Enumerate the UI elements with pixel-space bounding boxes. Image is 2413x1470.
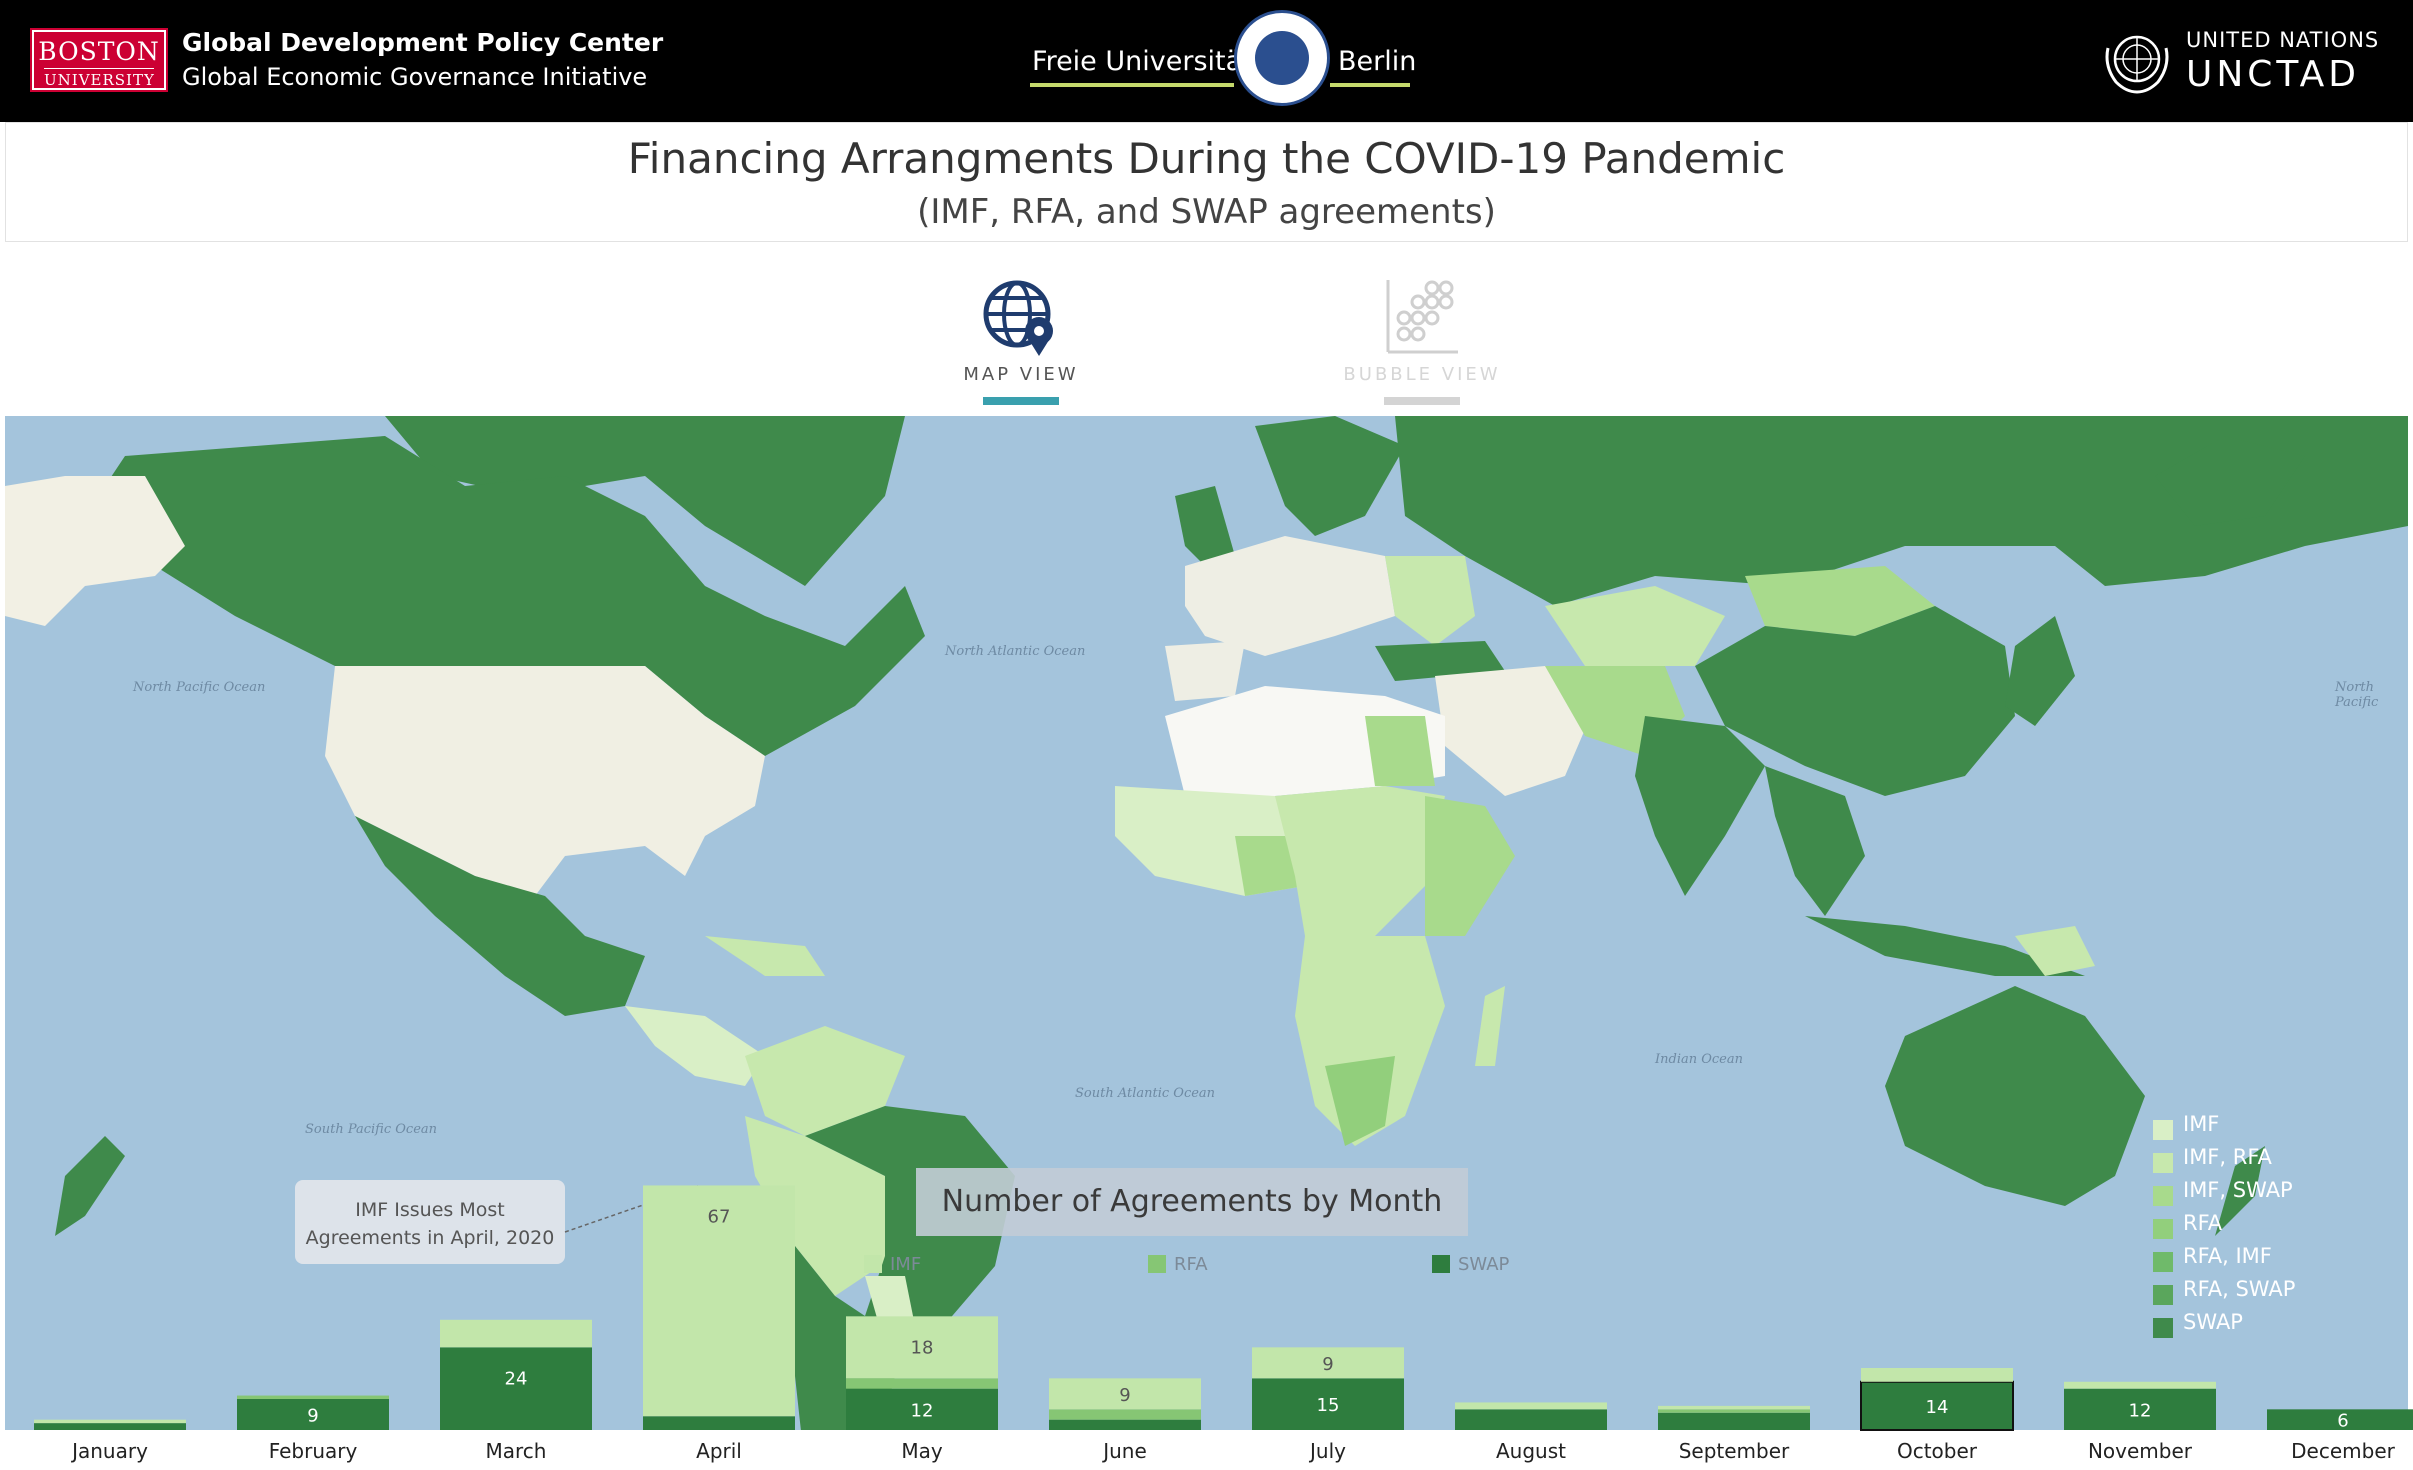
x-tick-label: April [696,1439,742,1463]
x-tick-label: May [901,1439,943,1463]
bar-value-label: 18 [911,1337,934,1358]
bar-value-label: 9 [1322,1354,1333,1375]
bar-imf-august[interactable] [1455,1402,1607,1410]
x-tick-label: November [2088,1439,2193,1463]
bar-value-label: 15 [1317,1395,1340,1416]
bar-rfa-june[interactable] [1049,1409,1201,1420]
bar-imf-october[interactable] [1861,1368,2013,1382]
bar-value-label: 12 [911,1400,934,1421]
x-tick-label: December [2291,1439,2395,1463]
bar-swap-august[interactable] [1455,1409,1607,1430]
x-tick-label: August [1496,1439,1566,1463]
bar-swap-june[interactable] [1049,1419,1201,1430]
bar-value-label: 6 [2337,1411,2348,1432]
x-tick-label: January [70,1439,148,1463]
bar-imf-january[interactable] [34,1419,186,1424]
x-tick-label: July [1308,1439,1346,1463]
x-tick-label: September [1679,1439,1790,1463]
x-tick-label: October [1897,1439,1978,1463]
bar-value-label: 14 [1926,1397,1949,1418]
bar-rfa-september[interactable] [1658,1409,1810,1413]
x-tick-label: June [1101,1439,1147,1463]
bar-swap-january[interactable] [34,1423,186,1430]
monthly-agreements-bar-chart[interactable]: January 9 February 24 March 67 April 12 18 May 9 Ju… [0,0,2413,1470]
bar-rfa-february[interactable] [237,1395,389,1399]
bar-rfa-may[interactable] [846,1378,998,1389]
bar-value-label: 67 [708,1206,731,1227]
bar-imf-march[interactable] [440,1319,592,1348]
bar-value-label: 24 [505,1368,528,1389]
bar-swap-april[interactable] [643,1416,795,1430]
bar-swap-september[interactable] [1658,1412,1810,1430]
bar-value-label: 12 [2129,1400,2152,1421]
bar-imf-november[interactable] [2064,1381,2216,1389]
bar-value-label: 9 [1119,1385,1130,1406]
x-tick-label: February [269,1439,358,1463]
x-tick-label: March [486,1439,547,1463]
bar-value-label: 9 [307,1406,318,1427]
bar-imf-september[interactable] [1658,1405,1810,1410]
